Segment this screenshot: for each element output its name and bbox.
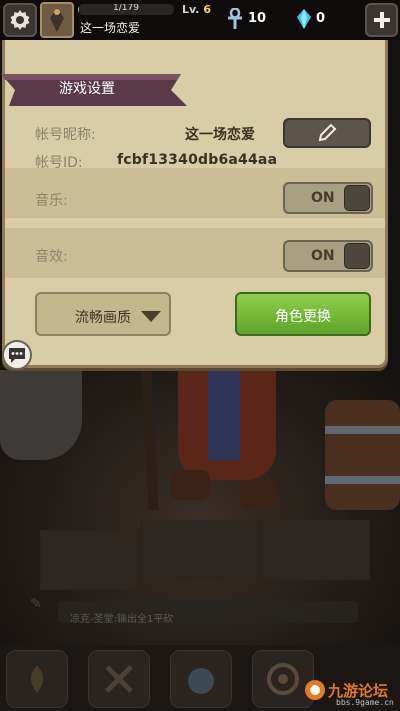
music-toggle[interactable]: ON — [283, 182, 373, 214]
toggle-knob — [344, 243, 370, 269]
hero-sash — [208, 370, 240, 460]
chat-toggle-button[interactable] — [2, 340, 32, 370]
player-level: Lv. 6 — [182, 3, 211, 16]
floor-tile — [140, 520, 260, 580]
graphics-quality-select[interactable]: 流畅画质 — [35, 292, 171, 336]
watermark-logo — [305, 680, 325, 700]
ankh-icon — [228, 8, 242, 29]
sack-prop — [0, 370, 82, 460]
settings-panel: 游戏设置 帐号昵称: 这一场恋爱 帐号ID: fcbf13340db6a44aa… — [1, 40, 388, 368]
hero-boot — [170, 470, 210, 500]
avatar[interactable] — [40, 2, 74, 38]
account-nickname-label: 帐号昵称: — [35, 127, 96, 143]
hero-staff — [141, 370, 159, 511]
ankh-count: 10 — [248, 11, 267, 26]
chat-bubble-icon[interactable]: ✎ — [30, 596, 42, 612]
gem-count: 0 — [316, 11, 326, 26]
avatar-portrait — [50, 8, 64, 32]
caret-down-icon — [141, 311, 161, 322]
nav-battle-button[interactable] — [88, 650, 150, 708]
music-label: 音乐: — [35, 193, 68, 209]
graphics-quality-value: 流畅画质 — [75, 310, 131, 326]
campfire-icon — [30, 665, 44, 693]
gem-icon — [297, 9, 311, 29]
top-hud: 1/179 这一场恋爱 Lv. 6 10 0 — [0, 0, 400, 40]
watermark-url: bbs.9game.cn — [336, 698, 394, 707]
chat-message: 凉克-圣堂:输出全1平砍 — [70, 614, 174, 625]
player-name: 这一场恋爱 — [80, 21, 141, 35]
settings-button[interactable] — [3, 3, 37, 37]
music-toggle-state: ON — [311, 190, 335, 206]
floor-tile — [40, 530, 140, 590]
toggle-knob — [344, 185, 370, 211]
target-icon — [267, 663, 299, 695]
sfx-toggle[interactable]: ON — [283, 240, 373, 272]
barrel-prop — [325, 400, 400, 510]
nav-pet-button[interactable] — [170, 650, 232, 708]
exp-bar: 1/179 — [78, 4, 174, 15]
level-prefix: Lv. — [182, 3, 200, 16]
change-character-label: 角色更换 — [275, 309, 331, 325]
pet-icon — [188, 668, 214, 694]
add-currency-button[interactable] — [365, 3, 398, 37]
change-character-button[interactable]: 角色更换 — [235, 292, 371, 336]
account-id-label: 帐号ID: — [35, 155, 83, 171]
chat-icon — [9, 348, 25, 363]
settings-title: 游戏设置 — [59, 81, 115, 97]
account-nickname-value: 这一场恋爱 — [185, 127, 255, 143]
account-id-value: fcbf13340db6a44aa — [117, 152, 278, 168]
gear-icon — [10, 10, 30, 30]
sfx-toggle-state: ON — [311, 248, 335, 264]
nav-hero-button[interactable] — [6, 650, 68, 708]
edit-nickname-button[interactable] — [283, 118, 371, 148]
exp-text: 1/179 — [113, 4, 139, 13]
level-value: 6 — [203, 3, 211, 16]
crossed-swords-icon — [105, 665, 133, 693]
floor-tile — [260, 520, 370, 580]
hero-boot — [240, 480, 276, 510]
pencil-icon — [318, 123, 337, 142]
plus-icon — [373, 12, 390, 28]
sfx-label: 音效: — [35, 249, 68, 265]
